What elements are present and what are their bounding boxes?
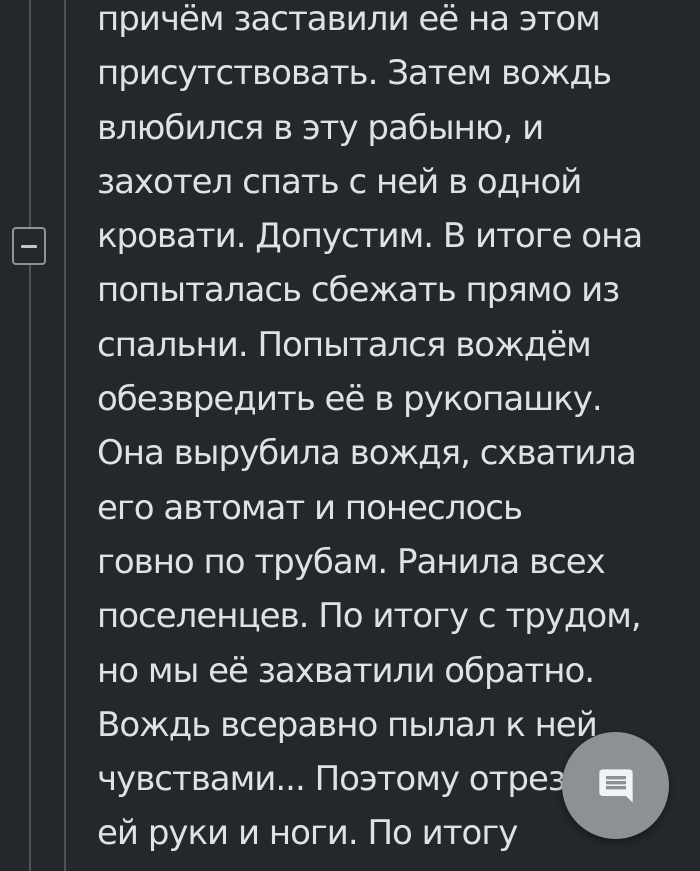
thread-line-nested <box>64 0 66 871</box>
comment-line: влюбился в эту рабыню, и <box>97 107 544 148</box>
comment-line: кровати. Допустим. В итоге она <box>97 216 643 257</box>
comment-body: причём заставили её на этом присутствова… <box>97 0 687 861</box>
collapse-thread-button[interactable] <box>12 227 46 265</box>
comment-line: причём заставили её на этом <box>97 0 601 39</box>
comment-screen: причём заставили её на этом присутствова… <box>0 0 700 871</box>
comment-line: поселенцев. По итогу с трудом, <box>97 596 642 637</box>
comment-line: его автомат и понеслось <box>97 487 523 528</box>
thread-line <box>29 0 31 871</box>
comment-line: спальни. Попытался вождём <box>97 324 592 365</box>
write-comment-button[interactable] <box>562 732 669 839</box>
comment-line: обезвредить её в рукопашку. <box>97 379 603 420</box>
comment-line: Она вырубила вождя, схватила <box>97 433 637 474</box>
comment-icon <box>598 768 633 803</box>
comment-line: захотел спать с ней в одной <box>97 161 582 202</box>
minus-icon <box>21 244 37 248</box>
comment-line: попыталась сбежать прямо из <box>97 270 620 311</box>
comment-line: но мы её захватили обратно. <box>97 650 595 691</box>
comment-line: говно по трубам. Ранила всех <box>97 541 606 582</box>
comment-line: присутствовать. Затем вождь <box>97 53 612 94</box>
